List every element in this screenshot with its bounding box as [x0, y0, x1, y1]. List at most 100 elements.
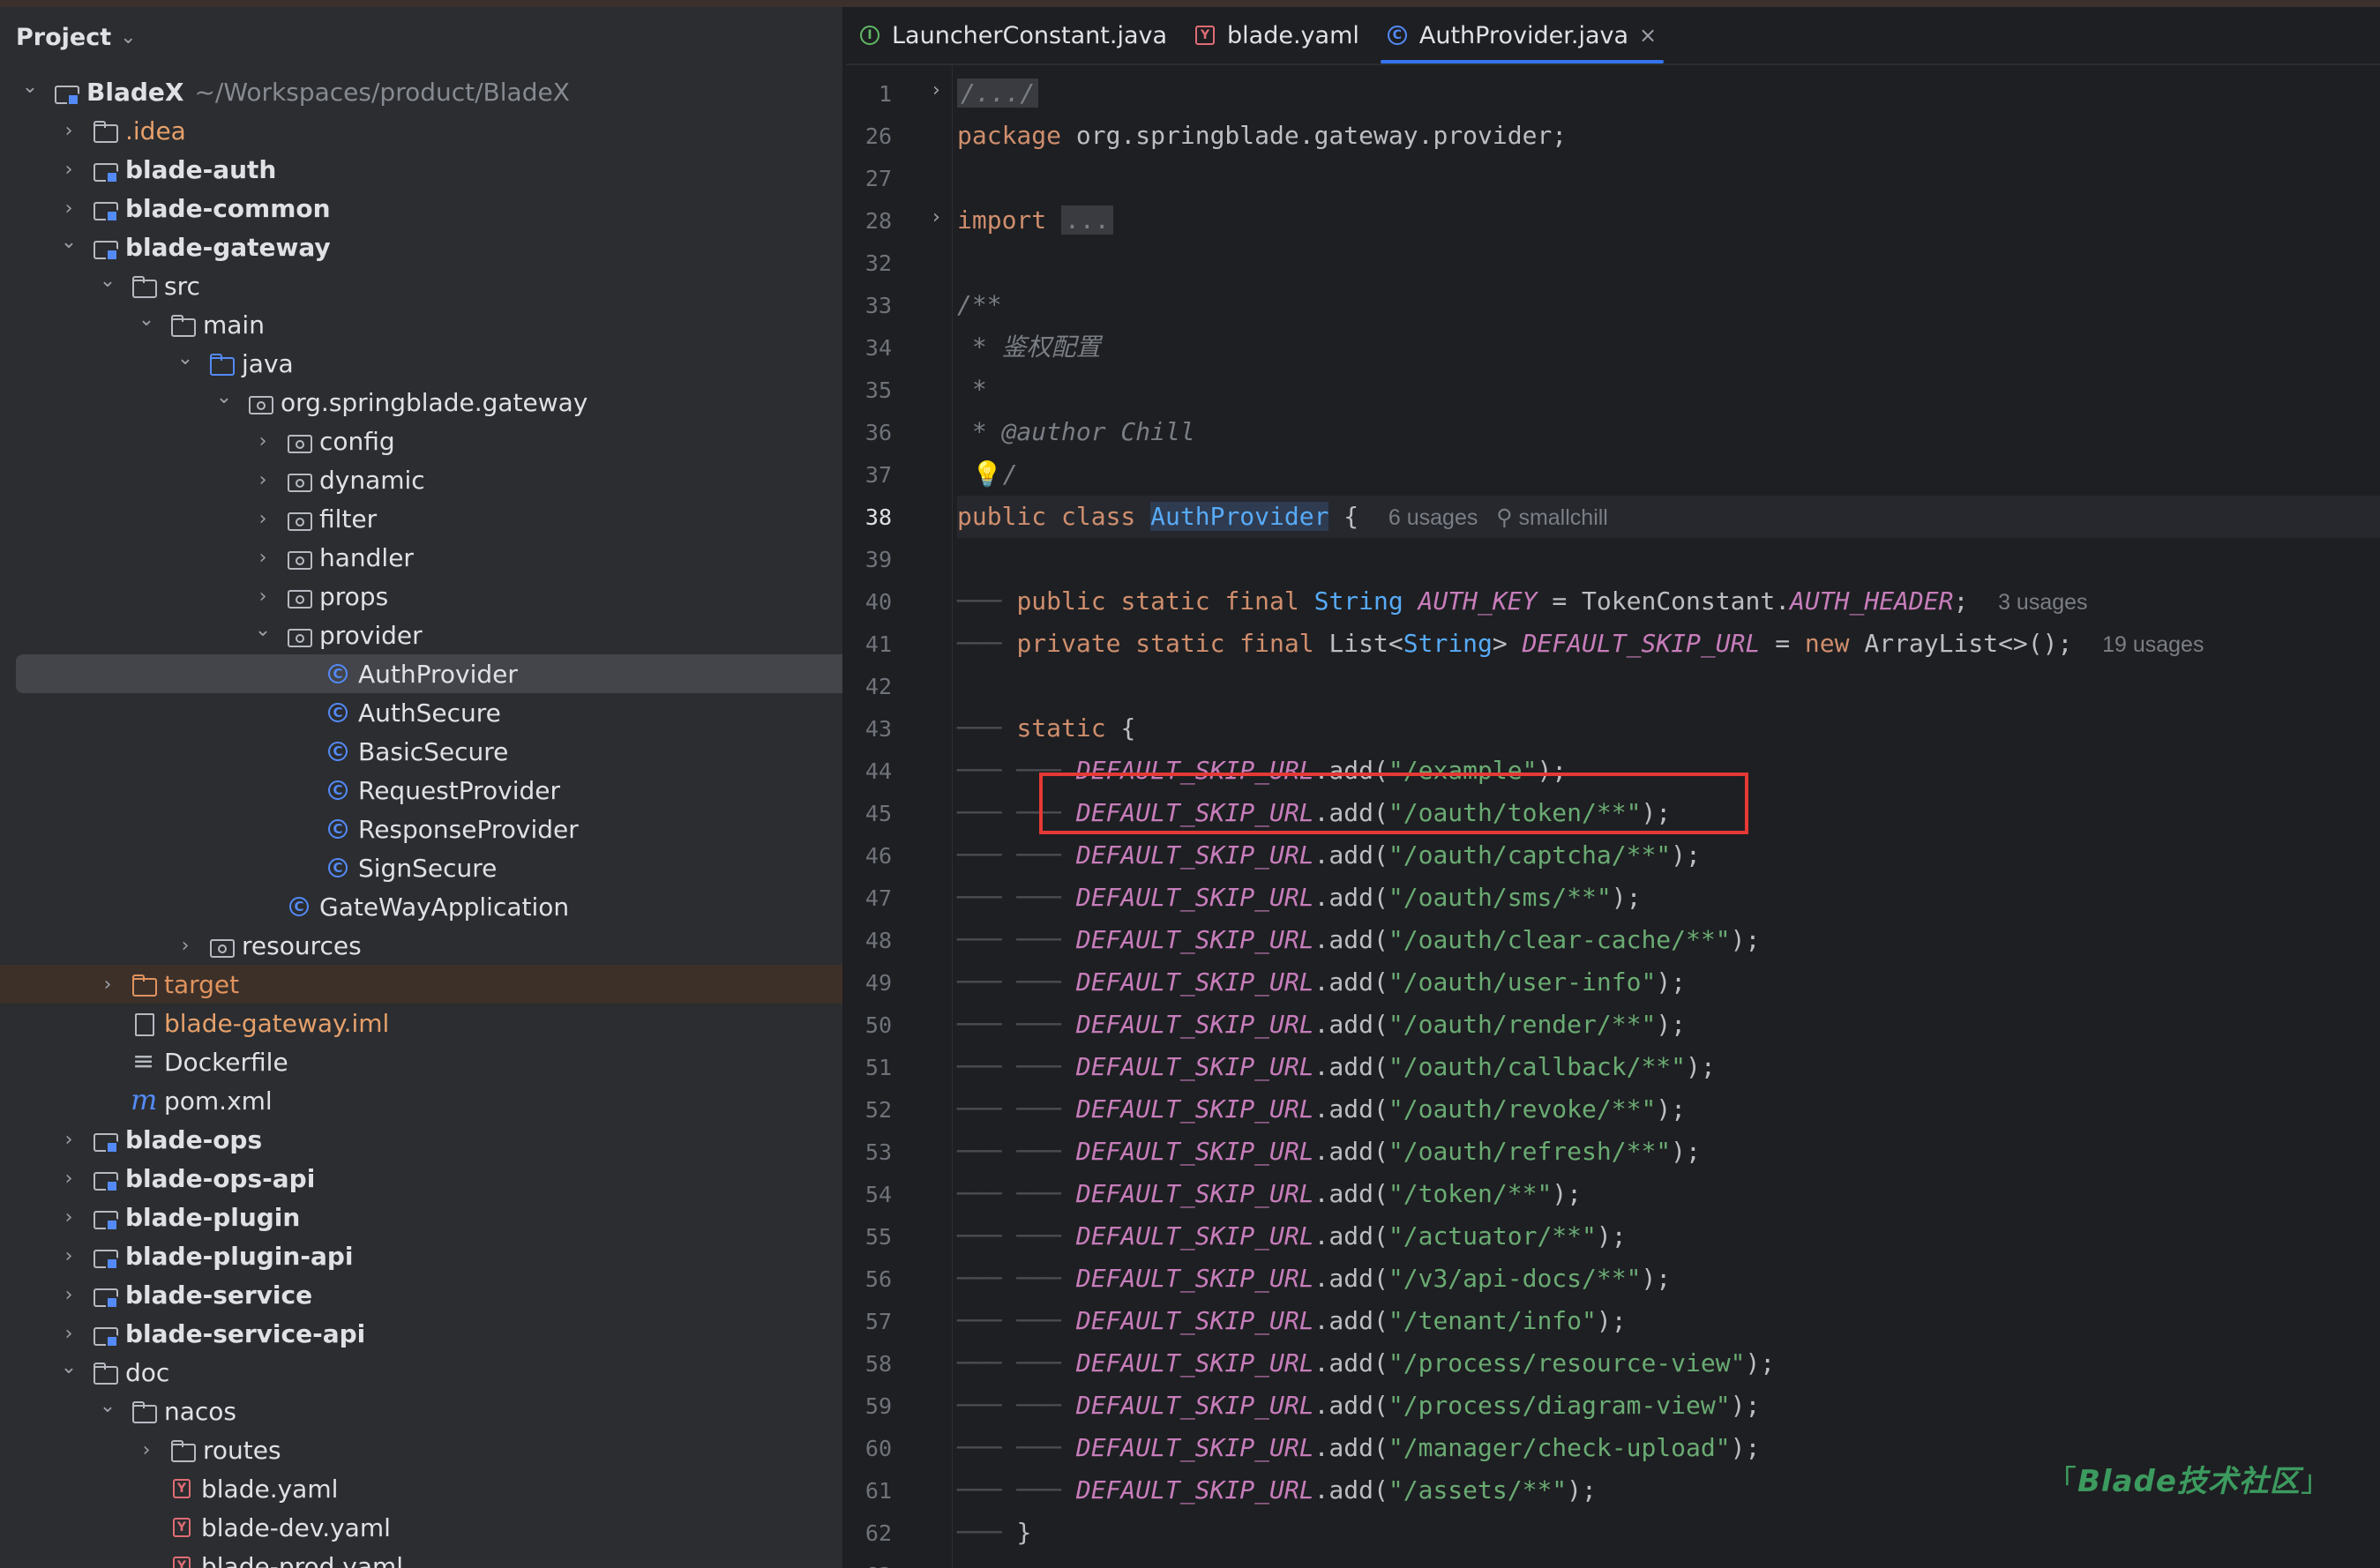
tree-item-path: ~/Workspaces/product/BladeX — [194, 77, 570, 107]
line-number: 48 — [864, 928, 892, 953]
chevron-right-icon[interactable]: › — [252, 508, 273, 530]
tree-item[interactable]: › blade-auth — [0, 150, 842, 189]
tree-item[interactable]: C GateWayApplication — [0, 887, 842, 926]
code-token: ); — [1596, 1221, 1627, 1251]
code-token: DEFAULT_SKIP_URL — [1075, 1010, 1314, 1039]
tree-item[interactable]: C RequestProvider — [0, 771, 842, 810]
tree-item[interactable]: › props — [0, 577, 842, 616]
package-icon — [286, 429, 312, 453]
tree-item[interactable]: Yblade.yaml — [0, 1469, 842, 1508]
chevron-down-icon[interactable]: ⌄ — [58, 1356, 79, 1378]
code-token: "/oauth/render/**" — [1388, 1010, 1657, 1039]
tree-item[interactable]: ⌄ main — [0, 305, 842, 344]
tree-item[interactable]: › blade-ops — [0, 1120, 842, 1159]
tree-item[interactable]: blade-gateway.iml — [0, 1004, 842, 1042]
tree-item[interactable]: › blade-plugin — [0, 1198, 842, 1236]
code-line: * — [957, 369, 2380, 411]
tree-item-label: AuthSecure — [358, 698, 501, 728]
tree-item[interactable]: Dockerfile — [0, 1042, 842, 1081]
chevron-down-icon[interactable]: ⌄ — [97, 1395, 118, 1417]
chevron-right-icon[interactable]: › — [252, 469, 273, 491]
tree-item[interactable]: › dynamic — [0, 460, 842, 499]
yaml-icon: Y — [173, 1479, 191, 1498]
editor-tab[interactable]: C AuthProvider.java × — [1373, 7, 1671, 63]
chevron-right-icon[interactable]: › — [58, 1206, 79, 1228]
code-token: DEFAULT_SKIP_URL — [1075, 925, 1314, 954]
line-number: 37 — [864, 462, 892, 488]
tree-item[interactable]: ⌄ src — [0, 266, 842, 305]
tree-item[interactable]: › blade-common — [0, 189, 842, 228]
tree-item[interactable]: › blade-ops-api — [0, 1159, 842, 1198]
chevron-down-icon[interactable]: ⌄ — [175, 347, 196, 370]
tree-item-label: blade-dev.yaml — [201, 1512, 391, 1542]
chevron-right-icon[interactable]: › — [58, 1323, 79, 1345]
chevron-right-icon[interactable]: › — [136, 1439, 157, 1461]
chevron-down-icon[interactable]: ⌄ — [213, 386, 235, 408]
chevron-right-icon[interactable]: › — [58, 1245, 79, 1267]
tree-item[interactable]: ⌄ org.springblade.gateway — [0, 383, 842, 422]
tree-item[interactable]: C AuthProvider — [0, 654, 842, 693]
fold-toggle-icon[interactable]: › — [932, 79, 940, 101]
chevron-right-icon[interactable]: › — [58, 198, 79, 220]
tree-item[interactable]: › .idea — [0, 111, 842, 150]
chevron-right-icon[interactable]: › — [58, 1284, 79, 1306]
chevron-right-icon[interactable]: › — [252, 547, 273, 569]
tree-item[interactable]: › blade-service-api — [0, 1314, 842, 1353]
tree-item[interactable]: C AuthSecure — [0, 693, 842, 732]
tree-item[interactable]: Yblade-prod.yaml — [0, 1547, 842, 1568]
tree-item-label: blade-service — [125, 1280, 313, 1310]
tree-item[interactable]: › target — [0, 965, 842, 1004]
watermark-close-bracket: 」 — [2300, 1464, 2331, 1499]
tree-item[interactable]: › resources — [0, 926, 842, 965]
editor-tab[interactable]: I LauncherConstant.java — [846, 7, 1181, 63]
tree-item[interactable]: ⌄ provider — [0, 616, 842, 654]
project-panel-header[interactable]: Project ⌄ — [16, 19, 137, 55]
code-token: Chill — [1105, 417, 1195, 446]
chevron-down-icon[interactable]: ⌄ — [97, 270, 118, 292]
tree-item[interactable]: › blade-service — [0, 1275, 842, 1314]
line-number: 51 — [864, 1055, 892, 1080]
tree-item[interactable]: ⌄ nacos — [0, 1392, 842, 1430]
project-panel: Project ⌄ ⌄ BladeX ~/Workspaces/product/Bl… — [0, 7, 842, 1568]
chevron-right-icon[interactable]: › — [58, 159, 79, 181]
line-number: 59 — [864, 1393, 892, 1419]
chevron-right-icon[interactable]: › — [252, 430, 273, 452]
code-token: { — [1328, 502, 1388, 531]
fold-toggle-icon[interactable]: › — [932, 206, 940, 228]
code-line: ─── ─── DEFAULT_SKIP_URL.add("/tenant/in… — [957, 1300, 2380, 1342]
tree-item[interactable]: ⌄ blade-gateway — [0, 228, 842, 266]
code-line: ─── ─── DEFAULT_SKIP_URL.add("/oauth/cal… — [957, 1046, 2380, 1088]
chevron-right-icon[interactable]: › — [58, 1129, 79, 1151]
tree-item[interactable]: › config — [0, 422, 842, 460]
tree-item[interactable]: ⌄ java — [0, 344, 842, 383]
tree-item-label: main — [203, 310, 265, 340]
close-icon[interactable]: × — [1639, 23, 1657, 48]
tree-item[interactable]: C ResponseProvider — [0, 810, 842, 848]
chevron-right-icon[interactable]: › — [58, 120, 79, 142]
chevron-down-icon[interactable]: ⌄ — [58, 231, 79, 253]
tree-item[interactable]: › handler — [0, 538, 842, 577]
tree-item-label: resources — [242, 930, 362, 960]
chevron-right-icon[interactable]: › — [175, 935, 196, 957]
tree-item[interactable]: pom.xml — [0, 1081, 842, 1120]
chevron-down-icon[interactable]: ⌄ — [19, 76, 41, 98]
editor-tab-bar: I LauncherConstant.java Yblade.yaml C AuthPr… — [846, 7, 2380, 65]
tree-item[interactable]: › routes — [0, 1430, 842, 1469]
tree-item-label: handler — [319, 542, 414, 572]
tree-item[interactable]: › filter — [0, 499, 842, 538]
line-number: 36 — [864, 420, 892, 445]
tree-item[interactable]: C BasicSecure — [0, 732, 842, 771]
tree-item[interactable]: C SignSecure — [0, 848, 842, 887]
chevron-down-icon[interactable]: ⌄ — [252, 619, 273, 641]
tree-item[interactable]: Yblade-dev.yaml — [0, 1508, 842, 1547]
chevron-down-icon[interactable]: ⌄ — [136, 309, 157, 331]
tree-item-label: blade-prod.yaml — [201, 1551, 404, 1568]
chevron-right-icon[interactable]: › — [97, 974, 118, 996]
tree-item[interactable]: › blade-plugin-api — [0, 1236, 842, 1275]
tree-item[interactable]: ⌄ doc — [0, 1353, 842, 1392]
chevron-right-icon[interactable]: › — [58, 1168, 79, 1190]
tree-item[interactable]: ⌄ BladeX ~/Workspaces/product/BladeX — [0, 72, 842, 111]
code-line: ─── ─── DEFAULT_SKIP_URL.add("/oauth/cap… — [957, 834, 2380, 877]
chevron-right-icon[interactable]: › — [252, 586, 273, 608]
editor-tab[interactable]: Yblade.yaml — [1181, 7, 1373, 63]
